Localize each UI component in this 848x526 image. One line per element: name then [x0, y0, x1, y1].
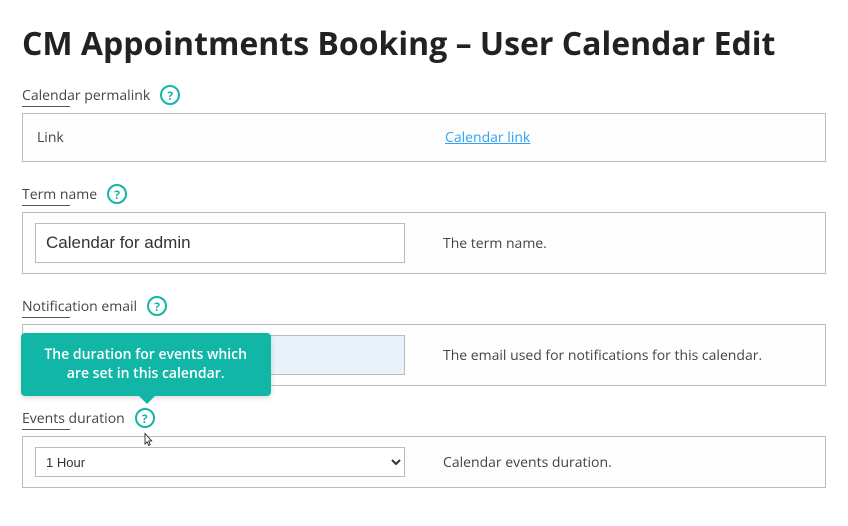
- term-hint: The term name.: [427, 234, 813, 253]
- help-icon[interactable]: ?: [160, 85, 180, 105]
- term-panel: The term name.: [22, 212, 826, 274]
- page-title: CM Appointments Booking – User Calendar …: [22, 22, 826, 65]
- label-text: Notification email: [22, 297, 137, 316]
- section-label-duration: Events duration ? The duration for event…: [22, 408, 826, 428]
- duration-hint: Calendar events duration.: [427, 453, 813, 472]
- help-icon[interactable]: ? The duration for events which are set …: [135, 408, 155, 428]
- label-text: Term name: [22, 185, 97, 204]
- help-icon[interactable]: ?: [107, 184, 127, 204]
- duration-panel: 1 Hour Calendar events duration.: [22, 436, 826, 488]
- help-icon[interactable]: ?: [147, 296, 167, 316]
- term-name-input[interactable]: [35, 223, 405, 263]
- section-label-term: Term name ?: [22, 184, 826, 204]
- help-glyph: ?: [142, 410, 148, 427]
- label-text: Events duration: [22, 409, 125, 428]
- events-duration-select[interactable]: 1 Hour: [35, 447, 405, 477]
- section-label-permalink: Calendar permalink ?: [22, 85, 826, 105]
- calendar-link[interactable]: Calendar link: [445, 128, 530, 147]
- tooltip: The duration for events which are set in…: [21, 333, 271, 396]
- permalink-panel: Link Calendar link: [22, 113, 826, 162]
- section-label-email: Notification email ?: [22, 296, 826, 316]
- link-label: Link: [37, 128, 429, 147]
- label-text: Calendar permalink: [22, 86, 150, 105]
- email-hint: The email used for notifications for thi…: [427, 346, 813, 365]
